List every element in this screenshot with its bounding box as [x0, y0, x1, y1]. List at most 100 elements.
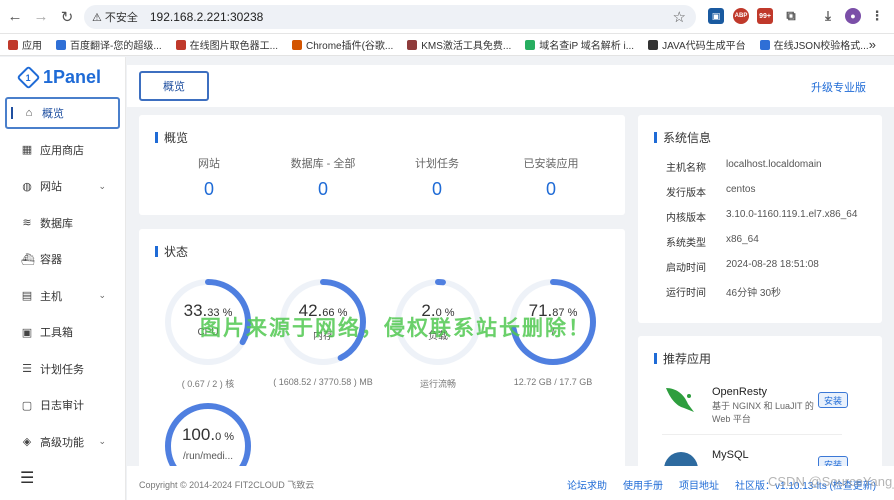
sysinfo-value: centos [726, 184, 756, 195]
status-title: 状态 [155, 243, 188, 260]
sidebar-item[interactable]: ▣ 工具箱 [5, 316, 120, 348]
diamond-icon: ◈ [22, 436, 32, 448]
sidebar-item[interactable]: ◈ 高级功能 ⌄ [5, 425, 120, 458]
sidebar-item[interactable]: ▤ 主机 ⌄ [5, 279, 120, 312]
app-name-openresty: OpenResty [712, 386, 768, 398]
back-icon[interactable]: ← [4, 6, 26, 28]
gauge-value: 71.87 % [528, 301, 578, 320]
gauge-detail: 12.72 GB / 17.7 GB [513, 377, 593, 387]
more-menu-icon[interactable]: ⋮ [869, 8, 885, 24]
status-card: 状态 33.33 % CPU ( 0.67 / 2 ) 核 42.66 % 内存 ( 16… [139, 229, 625, 489]
gauge-ring [510, 279, 596, 365]
sidebar-item[interactable]: ▦ 应用商店 [5, 133, 120, 166]
sysinfo-value: x86_64 [726, 234, 759, 245]
footer-link-project[interactable]: 项目地址 [679, 477, 719, 492]
log-icon: ▢ [21, 399, 33, 412]
gauge-label: /run/medi... [182, 451, 234, 462]
bookmark-item[interactable]: 在线图片取色器工... [175, 37, 278, 52]
bookmark-item[interactable]: 百度翻译-您的超级... [56, 37, 162, 52]
usage-gauge: 42.66 % 内存 [278, 277, 368, 367]
bookmark-item[interactable]: 在线JSON校验格式... [759, 37, 869, 52]
usage-gauge: 2.0 % 负载 [393, 277, 483, 367]
stat-label: 计划任务 [415, 158, 459, 170]
security-indicator[interactable]: ⚠ 不安全 [92, 9, 138, 25]
sidebar-item-label: 应用商店 [40, 144, 84, 157]
reload-icon[interactable]: ↻ [56, 6, 78, 28]
gauge-ring [395, 279, 481, 365]
toolbox-icon: ▣ [21, 326, 33, 339]
sidebar-item[interactable]: ⛴ 容器 [5, 243, 120, 275]
address-bar[interactable]: ⚠ 不安全 192.168.2.221:30238 ☆ [84, 5, 696, 29]
brand-logo[interactable]: 1 1Panel [0, 57, 125, 97]
usage-gauge: 33.33 % CPU [163, 277, 253, 367]
footer-version[interactable]: 社区版：v1.10.13-lts (检查更新) [735, 477, 876, 492]
bookmark-item[interactable]: JAVA代码生成平台 [648, 37, 746, 52]
sidebar-item[interactable]: ▢ 日志审计 [5, 389, 120, 421]
sidebar-item[interactable]: ⌂ 概览 [5, 97, 120, 129]
stat-value: 0 [203, 179, 214, 199]
openresty-logo-icon [666, 388, 694, 412]
bookmark-item[interactable]: 应用 [8, 37, 42, 52]
sidebar-item[interactable]: ◍ 网站 ⌄ [5, 170, 120, 202]
app-name-mysql: MySQL [712, 449, 749, 461]
logo-icon: 1 [16, 64, 41, 90]
gauge-detail: ( 0.67 / 2 ) 核 [181, 379, 235, 389]
gauge-value: 42.66 % [298, 301, 348, 320]
footer-link-forum[interactable]: 论坛求助 [567, 477, 607, 492]
stat-label: 已安装应用 [523, 158, 579, 170]
chevron-down-icon: ⌄ [98, 290, 106, 300]
extension-screenshot-icon[interactable]: ▣ [708, 8, 724, 24]
stat-value: 0 [317, 179, 328, 199]
stat-item[interactable]: 计划任务 0 [387, 155, 487, 200]
stat-value: 0 [431, 179, 442, 199]
system-info-card: 系统信息 主机名称 localhost.localdomain 发行版本 centos… [638, 115, 882, 323]
usage-gauge: 71.87 % / [508, 277, 598, 367]
browser-toolbar: ← → ↻ ⚠ 不安全 192.168.2.221:30238 ☆ ▣ ABP … [0, 0, 894, 34]
extensions-puzzle-icon[interactable]: ⧉ [783, 8, 799, 24]
footer-link-manual[interactable]: 使用手册 [623, 477, 663, 492]
bookmark-favicon-icon [8, 39, 18, 50]
bookmark-item[interactable]: Chrome插件(谷歌... [292, 37, 393, 52]
tab-overview[interactable]: 概览 [139, 71, 209, 101]
sysinfo-row: 发行版本 centos [666, 184, 755, 199]
bookmark-star-icon[interactable]: ☆ [673, 8, 686, 26]
stat-item[interactable]: 网站 0 [159, 155, 259, 200]
sysinfo-key: 运行时间 [666, 288, 706, 299]
sysinfo-key: 发行版本 [666, 188, 706, 199]
install-button-openresty[interactable]: 安装 [818, 392, 848, 408]
download-icon[interactable]: ⤓ [820, 8, 836, 24]
sysinfo-key: 启动时间 [666, 263, 706, 274]
bookmark-item[interactable]: KMS激活工具免费... [407, 37, 511, 52]
bookmarks-overflow-icon[interactable]: » [869, 37, 876, 52]
overview-title: 概览 [155, 129, 188, 146]
footer: Copyright © 2014-2024 FIT2CLOUD 飞致云 论坛求助… [127, 466, 894, 500]
sysinfo-row: 系统类型 x86_64 [666, 234, 759, 249]
sysinfo-key: 主机名称 [666, 163, 706, 174]
sidebar-item-label: 网站 [40, 181, 62, 193]
bookmark-item[interactable]: 域名查iP 域名解析 i... [525, 37, 634, 52]
sysinfo-key: 内核版本 [666, 213, 706, 224]
sidebar-item-label: 主机 [40, 290, 62, 303]
gauge-label: CPU [197, 327, 219, 338]
extension-badge-icon[interactable]: 99+ [757, 8, 773, 24]
globe-icon: ◍ [22, 180, 32, 193]
adblock-icon[interactable]: ABP [733, 8, 749, 24]
sidebar-item-label: 数据库 [40, 217, 73, 230]
sidebar-item-label: 工具箱 [40, 327, 73, 339]
warning-icon: ⚠ [92, 11, 102, 24]
sysinfo-value: localhost.localdomain [726, 159, 822, 170]
stat-item[interactable]: 已安装应用 0 [501, 155, 601, 200]
forward-icon[interactable]: → [30, 6, 52, 28]
copyright-text: Copyright © 2014-2024 FIT2CLOUD 飞致云 [139, 480, 315, 490]
gauge-detail: ( 1608.52 / 3770.58 ) MB [273, 377, 373, 387]
profile-avatar[interactable]: ● [845, 8, 861, 24]
stat-item[interactable]: 数据库 - 全部 0 [273, 155, 373, 200]
app-desc-openresty: 基于 NGINX 和 LuaJIT 的 Web 平台 [712, 401, 814, 424]
upgrade-link[interactable]: 升级专业版 [811, 79, 866, 95]
chevron-down-icon: ⌄ [98, 180, 106, 191]
collapse-menu-icon[interactable]: ☰ [20, 468, 34, 488]
bookmark-favicon-icon [648, 39, 659, 50]
sidebar-menu: ⌂ 概览 ▦ 应用商店 ◍ 网站 ⌄ ≋ 数据库 ⛴ 容器 ▤ 主机 ⌄ ▣ 工具箱 ☰ 计划任务 ▢ 日志审计 ◈ 高级… [0, 97, 125, 458]
sidebar-item[interactable]: ≋ 数据库 [5, 206, 120, 239]
sidebar-item[interactable]: ☰ 计划任务 [5, 352, 120, 385]
